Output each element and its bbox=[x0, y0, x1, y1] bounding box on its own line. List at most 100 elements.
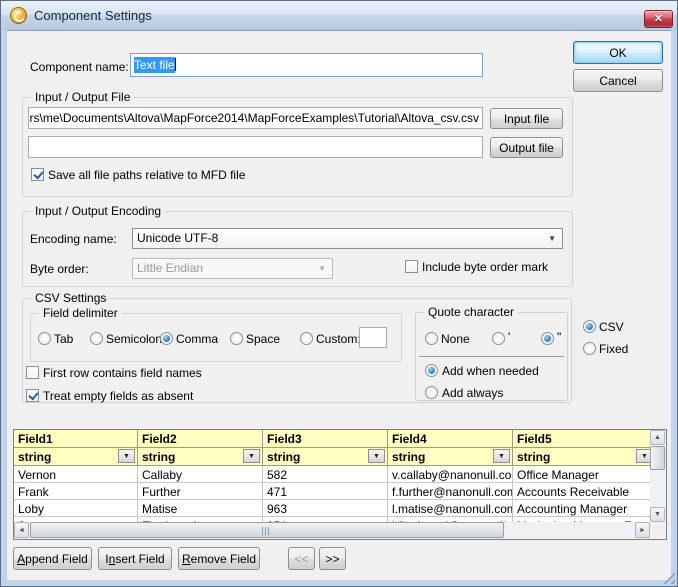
chevron-down-icon: ▼ bbox=[248, 453, 255, 460]
byte-order-select: Little Endian ▼ bbox=[132, 258, 333, 279]
page-previous-label: << bbox=[294, 552, 308, 566]
csv-settings-group-title: CSV Settings bbox=[31, 291, 110, 306]
output-file-path-field[interactable] bbox=[28, 136, 483, 158]
delimiter-tab-radio[interactable] bbox=[38, 332, 51, 345]
table-row: Frank Further 471 f.further@nanonull.com… bbox=[14, 483, 666, 500]
insert-field-label: Insert Field bbox=[105, 552, 164, 566]
table-cell: Loby bbox=[14, 500, 138, 517]
insert-field-button[interactable]: Insert Field bbox=[98, 547, 172, 570]
empty-fields-absent-checkbox[interactable] bbox=[26, 389, 39, 402]
title-bar[interactable]: Component Settings ✕ bbox=[1, 1, 677, 30]
byte-order-label: Byte order: bbox=[30, 262, 89, 277]
field-preview-table: Field1 Field2 Field3 Field4 Field5 strin… bbox=[13, 429, 667, 540]
save-relative-checkbox[interactable] bbox=[31, 168, 44, 181]
empty-fields-absent-label: Treat empty fields as absent bbox=[43, 389, 193, 404]
append-field-label: Append Field bbox=[17, 552, 88, 566]
ok-button[interactable]: OK bbox=[573, 41, 663, 64]
field-delimiter-group-title: Field delimiter bbox=[39, 306, 122, 321]
delimiter-custom-label: Custom: bbox=[316, 332, 361, 347]
format-csv-radio[interactable] bbox=[583, 320, 596, 333]
scroll-right-icon: ► bbox=[639, 527, 646, 534]
delimiter-space-radio[interactable] bbox=[230, 332, 243, 345]
quote-add-when-needed-label: Add when needed bbox=[442, 364, 539, 379]
close-button[interactable]: ✕ bbox=[644, 10, 673, 28]
table-header-row: Field1 Field2 Field3 Field4 Field5 bbox=[14, 430, 666, 448]
remove-field-label: Remove Field bbox=[182, 552, 256, 566]
byte-order-mark-checkbox[interactable] bbox=[405, 260, 418, 273]
quote-none-label: None bbox=[441, 332, 470, 347]
quote-add-when-needed-radio[interactable] bbox=[425, 364, 438, 377]
column-type-cell[interactable]: string ▼ bbox=[263, 448, 388, 466]
chevron-down-icon: ▼ bbox=[498, 453, 505, 460]
byte-order-value: Little Endian bbox=[137, 261, 203, 275]
column-type-cell[interactable]: string ▼ bbox=[14, 448, 138, 466]
quote-none-radio[interactable] bbox=[425, 332, 438, 345]
scroll-down-icon: ▼ bbox=[654, 511, 661, 518]
ok-button-label: OK bbox=[609, 46, 626, 60]
column-type-dropdown-button[interactable]: ▼ bbox=[118, 449, 135, 463]
cancel-button[interactable]: Cancel bbox=[573, 69, 663, 92]
first-row-names-checkbox[interactable] bbox=[26, 366, 39, 379]
io-file-group-title: Input / Output File bbox=[31, 90, 134, 105]
append-field-button[interactable]: Append Field bbox=[13, 547, 92, 570]
table-row: Loby Matise 963 l.matise@nanonull.com Ac… bbox=[14, 500, 666, 517]
column-type-cell[interactable]: string ▼ bbox=[388, 448, 513, 466]
column-type-dropdown-button[interactable]: ▼ bbox=[243, 449, 260, 463]
scroll-right-button[interactable]: ► bbox=[635, 522, 650, 538]
delimiter-comma-radio[interactable] bbox=[160, 332, 173, 345]
remove-field-button[interactable]: Remove Field bbox=[178, 547, 260, 570]
page-next-label: >> bbox=[325, 552, 339, 566]
quote-double-radio[interactable] bbox=[541, 332, 554, 345]
table-cell: f.further@nanonull.com bbox=[388, 483, 513, 500]
column-header[interactable]: Field4 bbox=[388, 430, 513, 448]
page-next-button[interactable]: >> bbox=[319, 547, 346, 570]
close-icon: ✕ bbox=[654, 14, 663, 25]
column-header[interactable]: Field2 bbox=[138, 430, 263, 448]
quote-single-radio[interactable] bbox=[492, 332, 505, 345]
table-horizontal-scrollbar[interactable]: ◄ ► bbox=[14, 522, 650, 539]
input-file-button-label: Input file bbox=[504, 112, 549, 126]
encoding-name-select[interactable]: Unicode UTF-8 ▼ bbox=[132, 228, 563, 249]
quote-add-always-radio[interactable] bbox=[425, 386, 438, 399]
quote-group-separator bbox=[419, 356, 564, 357]
save-relative-label: Save all file paths relative to MFD file bbox=[48, 168, 245, 183]
component-name-input[interactable]: Text file bbox=[130, 53, 483, 77]
format-fixed-radio[interactable] bbox=[583, 342, 596, 355]
quote-character-group-title: Quote character bbox=[424, 305, 518, 320]
window-title: Component Settings bbox=[34, 8, 152, 23]
table-type-row: string ▼ string ▼ string ▼ string ▼ stri… bbox=[14, 448, 666, 466]
quote-double-label: " bbox=[557, 330, 561, 345]
input-file-path-value: C:\Users\me\Documents\Altova\MapForce201… bbox=[28, 108, 479, 128]
delimiter-comma-label: Comma bbox=[176, 332, 218, 347]
column-header[interactable]: Field3 bbox=[263, 430, 388, 448]
mapforce-app-icon bbox=[10, 7, 27, 24]
scroll-down-button[interactable]: ▼ bbox=[650, 507, 665, 522]
byte-order-mark-label: Include byte order mark bbox=[422, 260, 548, 275]
scroll-up-button[interactable]: ▲ bbox=[650, 430, 665, 445]
input-file-path-field[interactable]: C:\Users\me\Documents\Altova\MapForce201… bbox=[28, 107, 483, 129]
delimiter-semicolon-radio[interactable] bbox=[90, 332, 103, 345]
delimiter-semicolon-label: Semicolon bbox=[106, 332, 162, 347]
quote-single-label: ' bbox=[508, 330, 510, 345]
table-vertical-scrollbar[interactable]: ▲ ▼ bbox=[650, 430, 666, 522]
table-cell: Accounts Receivable bbox=[513, 483, 666, 500]
chevron-down-icon: ▼ bbox=[123, 453, 130, 460]
delimiter-custom-radio[interactable] bbox=[300, 332, 313, 345]
quote-add-always-label: Add always bbox=[442, 386, 503, 401]
vertical-scroll-thumb[interactable] bbox=[650, 446, 665, 470]
column-type-dropdown-button[interactable]: ▼ bbox=[493, 449, 510, 463]
scroll-left-button[interactable]: ◄ bbox=[14, 522, 29, 538]
chevron-down-icon: ▼ bbox=[641, 453, 648, 460]
input-file-button[interactable]: Input file bbox=[490, 108, 563, 129]
column-type-cell[interactable]: string ▼ bbox=[138, 448, 263, 466]
table-cell: Accounting Manager bbox=[513, 500, 666, 517]
output-file-button-label: Output file bbox=[499, 141, 554, 155]
table-cell: 471 bbox=[263, 483, 388, 500]
custom-delimiter-input[interactable] bbox=[359, 327, 387, 348]
column-header[interactable]: Field1 bbox=[14, 430, 138, 448]
column-type-dropdown-button[interactable]: ▼ bbox=[368, 449, 385, 463]
output-file-button[interactable]: Output file bbox=[490, 137, 563, 158]
column-type-cell[interactable]: string ▼ bbox=[513, 448, 666, 466]
horizontal-scroll-thumb[interactable] bbox=[30, 522, 504, 538]
column-header[interactable]: Field5 bbox=[513, 430, 666, 448]
